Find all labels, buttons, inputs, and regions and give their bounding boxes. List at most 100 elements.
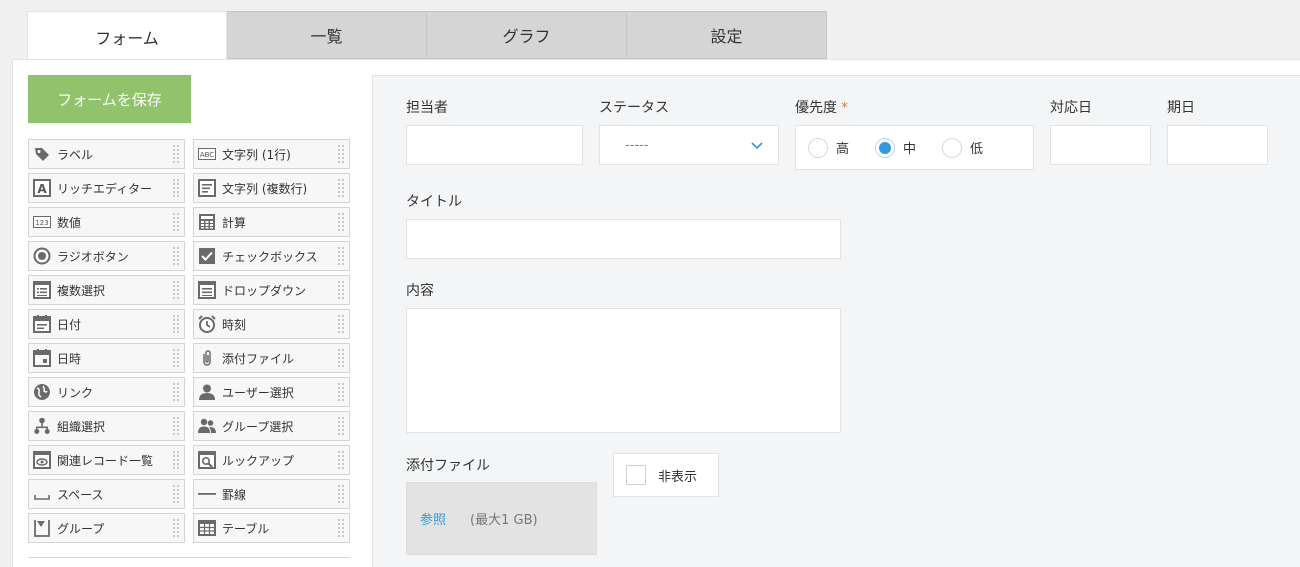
palette-item-multi-line-text[interactable]: 文字列 (複数行) — [193, 173, 350, 203]
date-icon — [33, 315, 51, 333]
drag-handle-icon[interactable] — [337, 450, 345, 470]
space-icon — [33, 485, 51, 503]
palette-item-label-text: ドロップダウン — [222, 283, 307, 298]
drag-handle-icon[interactable] — [337, 348, 345, 368]
palette-item-radio-button[interactable]: ラジオボタン — [28, 241, 185, 271]
assignee-field[interactable] — [406, 125, 583, 165]
browse-link[interactable]: 参照 — [420, 509, 446, 528]
drag-handle-icon[interactable] — [337, 212, 345, 232]
drag-handle-icon[interactable] — [172, 246, 180, 266]
tab-settings[interactable]: 設定 — [627, 11, 827, 59]
palette-item-label-text: 数値 — [57, 215, 82, 230]
tab-form[interactable]: フォーム — [27, 11, 227, 61]
palette-item-number[interactable]: 123 数値 — [28, 207, 185, 237]
drag-handle-icon[interactable] — [172, 280, 180, 300]
svg-text:A: A — [37, 182, 47, 196]
drag-handle-icon[interactable] — [337, 484, 345, 504]
title-field[interactable] — [406, 219, 841, 259]
drag-handle-icon[interactable] — [172, 450, 180, 470]
palette-item-label-text: 文字列 (1行) — [222, 147, 291, 162]
drag-handle-icon[interactable] — [172, 518, 180, 538]
multi-select-icon — [33, 281, 51, 299]
drag-handle-icon[interactable] — [337, 178, 345, 198]
drag-handle-icon[interactable] — [337, 518, 345, 538]
line-icon — [198, 485, 216, 503]
group-icon — [198, 417, 216, 435]
palette-item-table[interactable]: テーブル — [193, 513, 350, 543]
content-textarea[interactable] — [406, 308, 841, 433]
status-dropdown[interactable]: ----- — [599, 125, 779, 165]
priority-label: 優先度 * — [795, 97, 848, 117]
drag-handle-icon[interactable] — [337, 246, 345, 266]
palette-item-label[interactable]: ラベル — [28, 139, 185, 169]
radio-circle-icon[interactable] — [942, 137, 963, 158]
handled-date-field[interactable] — [1050, 125, 1151, 165]
drag-handle-icon[interactable] — [337, 144, 345, 164]
palette-item-label-text: ルックアップ — [222, 453, 295, 468]
drag-handle-icon[interactable] — [172, 484, 180, 504]
lookup-icon — [198, 451, 216, 469]
assignee-label: 担当者 — [406, 100, 448, 116]
palette-item-user-selection[interactable]: ユーザー選択 — [193, 377, 350, 407]
drag-handle-icon[interactable] — [337, 416, 345, 436]
palette-item-lookup[interactable]: ルックアップ — [193, 445, 350, 475]
tab-list[interactable]: 一覧 — [227, 11, 427, 59]
palette-item-date[interactable]: 日付 — [28, 309, 185, 339]
dropdown-icon — [198, 281, 216, 299]
palette-item-label-text: 罫線 — [222, 487, 247, 502]
palette-item-group[interactable]: グループ — [28, 513, 185, 543]
palette-item-border[interactable]: 罫線 — [193, 479, 350, 509]
palette-item-label-text: 関連レコード一覧 — [57, 453, 154, 468]
palette-item-datetime[interactable]: 日時 — [28, 343, 185, 373]
palette-item-label-text: 日付 — [57, 317, 82, 332]
palette-item-link[interactable]: リンク — [28, 377, 185, 407]
drag-handle-icon[interactable] — [172, 144, 180, 164]
palette-item-label-text: リッチエディター — [57, 181, 153, 196]
palette-item-single-line-text[interactable]: ABC 文字列 (1行) — [193, 139, 350, 169]
radio-selected-icon[interactable] — [875, 137, 896, 158]
status-label: ステータス — [599, 100, 669, 116]
palette-item-related-records[interactable]: 関連レコード一覧 — [28, 445, 185, 475]
drag-handle-icon[interactable] — [172, 382, 180, 402]
palette-item-space[interactable]: スペース — [28, 479, 185, 509]
palette-item-dropdown[interactable]: ドロップダウン — [193, 275, 350, 305]
due-date-field[interactable] — [1167, 125, 1268, 165]
palette-item-label-text: 日時 — [57, 351, 82, 366]
palette-item-label-text: 組織選択 — [57, 419, 106, 434]
palette-item-multi-select[interactable]: 複数選択 — [28, 275, 185, 305]
drag-handle-icon[interactable] — [337, 280, 345, 300]
tab-graph[interactable]: グラフ — [427, 11, 627, 59]
number-icon: 123 — [33, 213, 51, 231]
drag-handle-icon[interactable] — [172, 416, 180, 436]
attachment-dropzone[interactable]: 参照 (最大1 GB) — [406, 482, 597, 555]
chevron-down-icon — [751, 142, 763, 150]
drag-handle-icon[interactable] — [172, 212, 180, 232]
palette-item-time[interactable]: 時刻 — [193, 309, 350, 339]
palette-item-label-text: 複数選択 — [57, 283, 106, 298]
palette-item-attachment[interactable]: 添付ファイル — [193, 343, 350, 373]
alarm-clock-icon — [198, 315, 216, 333]
content-label: 内容 — [406, 283, 434, 299]
palette-item-checkbox[interactable]: チェックボックス — [193, 241, 350, 271]
drag-handle-icon[interactable] — [337, 314, 345, 334]
palette-item-rich-editor[interactable]: A リッチエディター — [28, 173, 185, 203]
palette-item-department-selection[interactable]: 組織選択 — [28, 411, 185, 441]
priority-label-text: 優先度 — [795, 100, 837, 116]
drag-handle-icon[interactable] — [172, 314, 180, 334]
palette-item-calculation[interactable]: 計算 — [193, 207, 350, 237]
globe-icon — [33, 383, 51, 401]
palette-item-group-selection[interactable]: グループ選択 — [193, 411, 350, 441]
save-form-button[interactable]: フォームを保存 — [28, 75, 191, 123]
priority-option-high[interactable]: 高 — [808, 137, 849, 158]
drag-handle-icon[interactable] — [337, 382, 345, 402]
palette-item-label-text: ラジオボタン — [57, 249, 129, 264]
priority-option-low[interactable]: 低 — [942, 137, 983, 158]
drag-handle-icon[interactable] — [172, 348, 180, 368]
palette-item-label-text: 時刻 — [222, 317, 247, 332]
radio-circle-icon[interactable] — [808, 137, 828, 158]
drag-handle-icon[interactable] — [172, 178, 180, 198]
attachment-label: 添付ファイル — [406, 458, 490, 474]
priority-option-medium[interactable]: 中 — [875, 137, 916, 158]
field-palette: ラベル ABC 文字列 (1行) A リッチエディター 文字列 (複数行) 12… — [28, 139, 350, 543]
hide-checkbox[interactable] — [626, 465, 646, 485]
